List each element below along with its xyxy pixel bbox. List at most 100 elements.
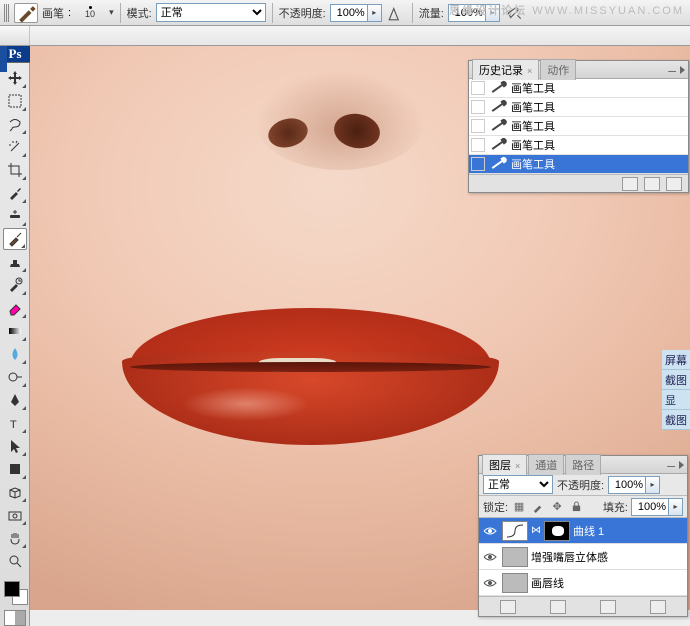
visibility-toggle[interactable] — [481, 574, 499, 592]
panel-header: 图层× 通道 路径 – — [479, 456, 687, 474]
hand-tool[interactable] — [3, 527, 27, 549]
history-item[interactable]: 画笔工具 — [469, 155, 688, 174]
history-item-label: 画笔工具 — [511, 137, 555, 153]
lock-image-icon[interactable] — [530, 499, 546, 515]
history-item[interactable]: 画笔工具 — [469, 117, 688, 136]
layer-blend-mode-select[interactable]: 正常 — [483, 475, 553, 494]
new-snapshot-button[interactable] — [622, 177, 638, 191]
gradient-tool[interactable] — [3, 320, 27, 342]
brush-icon — [489, 100, 507, 114]
zoom-tool[interactable] — [3, 550, 27, 572]
lasso-tool[interactable] — [3, 113, 27, 135]
brush-dropdown-icon[interactable]: ▾ — [109, 7, 114, 18]
dodge-tool[interactable] — [3, 366, 27, 388]
brush-tool[interactable] — [3, 228, 27, 250]
tab-paths[interactable]: 路径 — [565, 454, 601, 475]
history-item[interactable]: 画笔工具 — [469, 79, 688, 98]
dock-tab[interactable]: 显 — [662, 390, 690, 410]
history-item-label: 画笔工具 — [511, 118, 555, 134]
clone-stamp-tool[interactable] — [3, 251, 27, 273]
marquee-tool[interactable] — [3, 90, 27, 112]
brush-icon — [489, 119, 507, 133]
dock-tab[interactable]: 截图 — [662, 410, 690, 430]
tab-channels[interactable]: 通道 — [528, 454, 564, 475]
flow-dropdown-icon[interactable]: ▸ — [486, 4, 500, 22]
delete-button[interactable] — [666, 177, 682, 191]
layer-list: ⋈曲线 1增强嘴唇立体感画唇线 — [479, 518, 687, 596]
history-item[interactable]: 画笔工具 — [469, 98, 688, 117]
dock-tab[interactable]: 截图 — [662, 370, 690, 390]
layers-panel: 图层× 通道 路径 – 正常 不透明度: ▸ 锁定: ▦ ✥ 填充: ▸ ⋈曲线… — [478, 455, 688, 617]
menu-item[interactable] — [0, 26, 30, 45]
tool-preset-button[interactable] — [14, 3, 38, 23]
adjustment-layer-button[interactable] — [650, 600, 666, 614]
path-selection-tool[interactable] — [3, 435, 27, 457]
opacity-dropdown-icon[interactable]: ▸ — [368, 4, 382, 22]
collapse-icon[interactable]: – — [668, 65, 676, 75]
lock-position-icon[interactable]: ✥ — [549, 499, 565, 515]
close-icon[interactable]: × — [515, 461, 520, 471]
link-layers-button[interactable] — [500, 600, 516, 614]
new-document-button[interactable] — [644, 177, 660, 191]
svg-text:T: T — [10, 419, 17, 431]
menu-row — [0, 26, 690, 46]
shape-tool[interactable] — [3, 458, 27, 480]
dock-tab[interactable]: 屏幕 — [662, 350, 690, 370]
layer-row[interactable]: 增强嘴唇立体感 — [479, 544, 687, 570]
visibility-toggle[interactable] — [481, 522, 499, 540]
camera-tool[interactable] — [3, 504, 27, 526]
lock-label: 锁定: — [483, 499, 508, 515]
panel-menu-icon[interactable] — [679, 461, 684, 469]
opacity-input[interactable] — [330, 4, 368, 22]
collapse-icon[interactable]: – — [667, 460, 675, 470]
eraser-tool[interactable] — [3, 297, 27, 319]
lock-transparent-icon[interactable]: ▦ — [511, 499, 527, 515]
eyedropper-tool[interactable] — [3, 182, 27, 204]
history-item-label: 画笔工具 — [511, 99, 555, 115]
tab-actions[interactable]: 动作 — [540, 59, 576, 80]
foreground-color-swatch[interactable] — [4, 581, 20, 597]
dock-edge — [0, 46, 7, 72]
tab-layers[interactable]: 图层× — [482, 454, 527, 475]
brush-size-picker[interactable]: 10 — [75, 2, 105, 24]
dropdown-icon[interactable]: ▸ — [669, 498, 683, 516]
tab-history[interactable]: 历史记录× — [472, 59, 539, 80]
3d-tool[interactable] — [3, 481, 27, 503]
magic-wand-tool[interactable] — [3, 136, 27, 158]
layer-opacity-input[interactable] — [608, 476, 646, 494]
blend-mode-select[interactable]: 正常 — [156, 3, 266, 22]
layer-row[interactable]: ⋈曲线 1 — [479, 518, 687, 544]
layer-mask-button[interactable] — [600, 600, 616, 614]
close-icon[interactable]: × — [527, 66, 532, 76]
healing-brush-tool[interactable] — [3, 205, 27, 227]
lock-all-icon[interactable] — [568, 499, 584, 515]
layer-thumb — [502, 547, 528, 567]
flow-label: 流量: — [419, 5, 444, 21]
flow-input[interactable] — [448, 4, 486, 22]
visibility-toggle[interactable] — [481, 548, 499, 566]
fill-label: 填充: — [603, 499, 628, 515]
opacity-label: 不透明度: — [279, 5, 326, 21]
dropdown-icon[interactable]: ▸ — [646, 476, 660, 494]
layer-style-button[interactable] — [550, 600, 566, 614]
brush-icon — [489, 81, 507, 95]
history-brush-tool[interactable] — [3, 274, 27, 296]
layer-name: 画唇线 — [531, 575, 564, 591]
layer-name: 曲线 1 — [573, 523, 604, 539]
fill-input[interactable] — [631, 498, 669, 516]
history-source-icon — [471, 119, 485, 133]
blur-tool[interactable] — [3, 343, 27, 365]
pen-tool[interactable] — [3, 389, 27, 411]
panel-menu-icon[interactable] — [680, 66, 685, 74]
crop-tool[interactable] — [3, 159, 27, 181]
history-item-label: 画笔工具 — [511, 80, 555, 96]
tablet-pressure-opacity-button[interactable] — [386, 3, 406, 23]
history-item[interactable]: 画笔工具 — [469, 136, 688, 155]
type-tool[interactable]: T — [3, 412, 27, 434]
color-swatches[interactable] — [2, 579, 28, 605]
airbrush-button[interactable] — [504, 3, 524, 23]
layer-row[interactable]: 画唇线 — [479, 570, 687, 596]
quick-mask-toggle[interactable] — [4, 610, 26, 626]
divider — [120, 3, 121, 23]
right-dock-slice: 屏幕截图显截图 — [662, 350, 690, 430]
